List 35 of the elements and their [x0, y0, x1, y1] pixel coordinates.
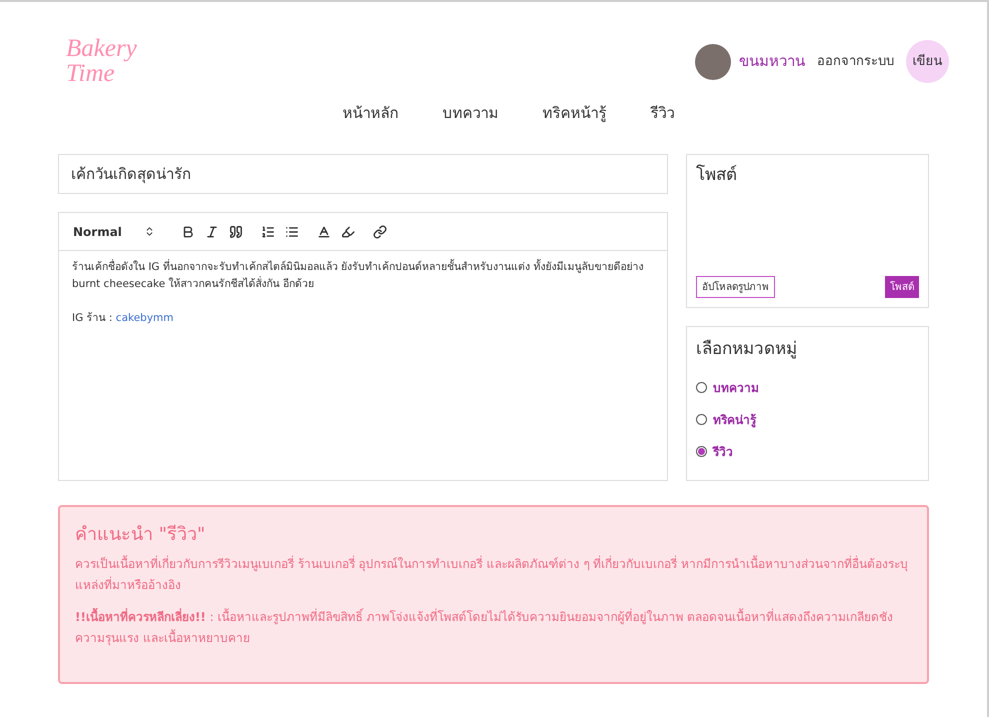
bold-icon[interactable]: [181, 224, 195, 238]
radio-button[interactable]: [696, 446, 707, 457]
instagram-link[interactable]: cakebymm: [116, 312, 174, 324]
post-button[interactable]: โพสต์: [885, 276, 919, 298]
numbered-list-icon[interactable]: [261, 224, 275, 238]
nav-link[interactable]: รีวิว: [650, 102, 674, 144]
username-link[interactable]: ขนมหวาน: [739, 50, 805, 73]
highlight-icon[interactable]: [341, 224, 355, 238]
notice-paragraph: !!เนื้อหาที่ควรหลีกเลี่ยง!! : เนื้อหาและรูปภาพที่มีลิขสิทธิ์ ภาพโจ่งแจ้งที่โพสต์โดยไม่ได้รับความยินยอมจากผู้ที่อยู่ในภาพ ตลอดจนเนื้อหาที่แสดงถึงความเกลียดชัง ความรุนแรง และเนื้อหาหยาบคาย: [75, 607, 912, 649]
link-icon[interactable]: [373, 224, 387, 238]
bullet-list-icon[interactable]: [285, 224, 299, 238]
category-panel-title: เลือกหมวดหมู่: [696, 338, 798, 361]
category-option-label[interactable]: บทความ: [712, 378, 759, 396]
avatar-photo-placeholder: [695, 44, 731, 80]
post-panel-title: โพสต์: [696, 164, 738, 187]
upload-image-button[interactable]: อัปโหลดรูปภาพ: [696, 276, 775, 298]
nav-link[interactable]: บทความ: [442, 102, 498, 144]
nav-link[interactable]: ทริคหน้ารู้: [542, 102, 606, 144]
post-body-text: ร้านเค้กชื่อดังใน IG ที่นอกจากจะรับทำเค้กสไตล์มินิมอลแล้ว ยังรับทำเค้กปอนด์หลายชั้นสำหรับงานแต่ง ทั้งยังมีเมนูลับขายดีอย่าง burnt cheesecake ให้สาวกคนรักชีสได้สั่งกัน อีกด้วย: [72, 259, 645, 292]
text-color-icon[interactable]: [317, 224, 331, 238]
notice-title: คำแนะนำ "รีวิว": [75, 523, 206, 547]
radio-button[interactable]: [696, 414, 707, 425]
notice-paragraph: ควรเป็นเนื้อหาที่เกี่ยวกับการรีวิวเมนูเบเกอรี่ ร้านเบเกอรี่ อุปกรณ์ในการทำเบเกอรี่ และผลิตภัณฑ์ต่าง ๆ ที่เกี่ยวกับเบเกอรี่ หากมีการนำเนื้อหาบางส่วนจากที่อื่นต้องระบุแหล่งที่มาหรืออ้างอิง: [75, 554, 909, 594]
write-button[interactable]: เขียน: [906, 40, 949, 83]
italic-icon[interactable]: [205, 224, 219, 238]
quote-icon[interactable]: [229, 224, 243, 238]
category-option-label[interactable]: ทริคน่ารู้: [712, 410, 756, 428]
instagram-line: IG ร้าน : cakebymm: [72, 311, 175, 326]
category-option-label[interactable]: รีวิว: [712, 442, 733, 460]
title-input-field[interactable]: เค้กวันเกิดสุดน่ารัก: [58, 154, 668, 194]
nav-link[interactable]: หน้าหลัก: [342, 102, 398, 144]
radio-button[interactable]: [696, 382, 707, 393]
logout-link[interactable]: ออกจากระบบ: [817, 52, 894, 72]
format-select[interactable]: Normal: [73, 222, 155, 240]
up-down-chevron-icon: [144, 226, 155, 237]
